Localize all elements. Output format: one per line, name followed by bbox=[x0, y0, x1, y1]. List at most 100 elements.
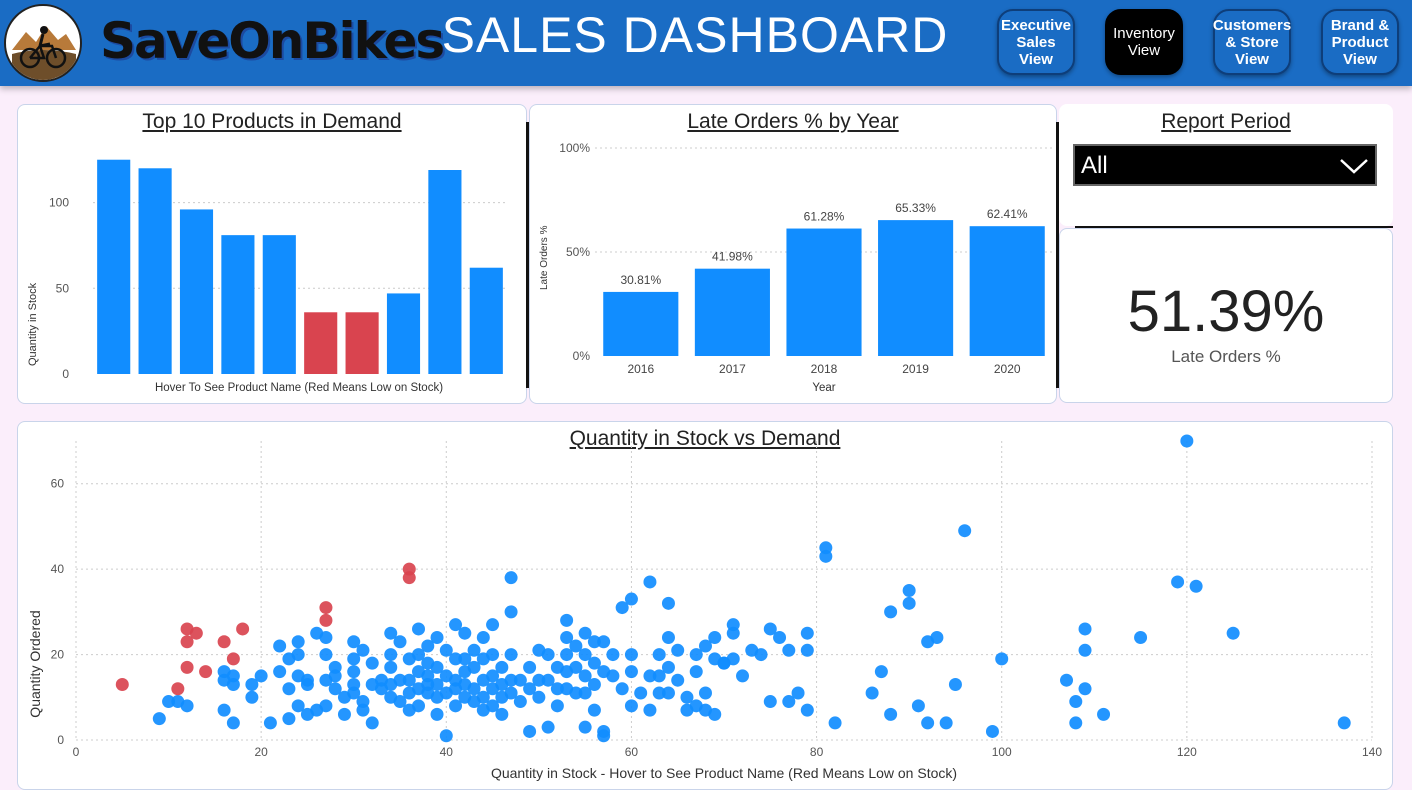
bar bbox=[386, 293, 421, 374]
scatter-point bbox=[736, 669, 750, 683]
scatter-point bbox=[773, 630, 787, 644]
scatter-point bbox=[1069, 716, 1083, 730]
bar bbox=[97, 159, 131, 374]
scatter-point bbox=[254, 669, 268, 683]
scatter-point bbox=[365, 656, 379, 670]
scatter-point bbox=[504, 648, 518, 662]
scatter-point bbox=[523, 660, 537, 674]
top-products-xlabel: Hover To See Product Name (Red Means Low… bbox=[155, 382, 443, 394]
report-period-title: Report Period bbox=[1161, 110, 1291, 133]
kpi-label: Late Orders % bbox=[1171, 347, 1281, 366]
scatter-point bbox=[800, 626, 814, 640]
bar bbox=[878, 220, 954, 356]
scatter-point-low-stock bbox=[199, 665, 213, 679]
scatter-point bbox=[1078, 682, 1092, 696]
report-period-dropdown[interactable]: All bbox=[1073, 144, 1377, 186]
scatter-point bbox=[791, 686, 805, 700]
scatter-point bbox=[1226, 626, 1240, 640]
scatter-point bbox=[217, 703, 231, 717]
scatter-point bbox=[273, 665, 287, 679]
bar bbox=[179, 209, 214, 374]
scatter-point bbox=[513, 695, 527, 709]
scatter-point bbox=[726, 626, 740, 640]
x-tick-label: 20 bbox=[254, 745, 268, 759]
y-tick-label: 100 bbox=[49, 196, 69, 210]
nav-customers-store-view-button[interactable]: Customers & Store View bbox=[1213, 9, 1291, 75]
x-tick-label: 40 bbox=[440, 745, 454, 759]
scatter-point-low-stock bbox=[319, 601, 333, 615]
scatter-point bbox=[634, 686, 648, 700]
scatter-point bbox=[661, 686, 675, 700]
y-tick-label: 0 bbox=[57, 733, 64, 747]
scatter-point bbox=[911, 699, 925, 713]
scatter-point bbox=[1337, 716, 1351, 730]
scatter-point bbox=[902, 584, 916, 597]
scatter-point bbox=[874, 665, 888, 679]
y-tick-label: 50 bbox=[56, 281, 70, 295]
chevron-down-icon bbox=[1340, 159, 1368, 174]
data-label: 30.81% bbox=[620, 273, 661, 287]
scatter-point-low-stock bbox=[217, 635, 231, 649]
scatter-point bbox=[624, 665, 638, 679]
x-tick-label: 0 bbox=[73, 745, 80, 759]
scatter-point bbox=[273, 639, 287, 653]
late-orders-xlabel: Year bbox=[812, 382, 835, 394]
y-tick-label: 60 bbox=[51, 477, 65, 491]
scatter-point bbox=[624, 699, 638, 713]
scatter-point bbox=[708, 630, 722, 644]
scatter-point bbox=[1134, 630, 1148, 644]
scatter-point bbox=[643, 575, 657, 589]
scatter-point-low-stock bbox=[319, 613, 333, 627]
top-products-chart: Quantity in Stock Hover To See Product N… bbox=[27, 159, 507, 394]
scatter-point bbox=[1060, 673, 1074, 687]
scatter-point bbox=[504, 605, 518, 619]
data-label: 41.98% bbox=[712, 250, 753, 264]
scatter-ylabel: Quantity Ordered bbox=[27, 610, 43, 717]
top-products-ylabel: Quantity in Stock bbox=[27, 282, 39, 366]
scatter-point bbox=[708, 707, 722, 721]
x-tick-label: 2016 bbox=[627, 362, 654, 376]
header-bar: SaveOnBikes SALES DASHBOARD Executive Sal… bbox=[0, 0, 1412, 86]
data-label: 62.41% bbox=[987, 207, 1028, 221]
scatter-point bbox=[819, 549, 833, 563]
report-period-selected: All bbox=[1081, 152, 1108, 179]
scatter-point bbox=[800, 703, 814, 717]
scatter-point bbox=[300, 673, 314, 687]
scatter-point bbox=[504, 571, 518, 585]
scatter-point bbox=[671, 673, 685, 687]
scatter-point bbox=[884, 605, 898, 619]
scatter-point bbox=[1078, 643, 1092, 657]
scatter-point bbox=[439, 729, 453, 743]
scatter-point bbox=[652, 648, 666, 662]
scatter-point bbox=[800, 643, 814, 657]
scatter-point bbox=[726, 652, 740, 666]
scatter-point bbox=[606, 669, 620, 683]
bar bbox=[786, 228, 862, 356]
scatter-point bbox=[412, 699, 426, 713]
kpi-value: 51.39% bbox=[1127, 279, 1325, 344]
scatter-point bbox=[282, 712, 296, 726]
scatter-point bbox=[152, 712, 166, 726]
late-orders-ylabel: Late Orders % bbox=[539, 225, 550, 290]
y-tick-label: 100% bbox=[559, 141, 590, 155]
scatter-point bbox=[319, 699, 333, 713]
scatter-point bbox=[698, 686, 712, 700]
nav-executive-sales-view-button[interactable]: Executive Sales View bbox=[997, 9, 1075, 75]
scatter-point bbox=[226, 716, 240, 730]
scatter-point bbox=[1180, 434, 1194, 448]
x-tick-label: 2019 bbox=[902, 362, 929, 376]
scatter-point bbox=[486, 648, 500, 662]
scatter-chart: Quantity Ordered Quantity in Stock - Hov… bbox=[27, 434, 1382, 781]
nav-inventory-view-button[interactable]: Inventory View bbox=[1105, 9, 1183, 75]
scatter-point bbox=[643, 703, 657, 717]
scatter-point bbox=[1078, 622, 1092, 636]
brand-logo-text: SaveOnBikes bbox=[100, 12, 445, 70]
scatter-point bbox=[384, 660, 398, 674]
scatter-point bbox=[476, 630, 490, 644]
scatter-point bbox=[495, 707, 509, 721]
scatter-point bbox=[365, 716, 379, 730]
nav-brand-product-view-button[interactable]: Brand & Product View bbox=[1321, 9, 1399, 75]
scatter-point bbox=[865, 686, 879, 700]
bar bbox=[694, 268, 770, 356]
scatter-point bbox=[523, 724, 537, 738]
